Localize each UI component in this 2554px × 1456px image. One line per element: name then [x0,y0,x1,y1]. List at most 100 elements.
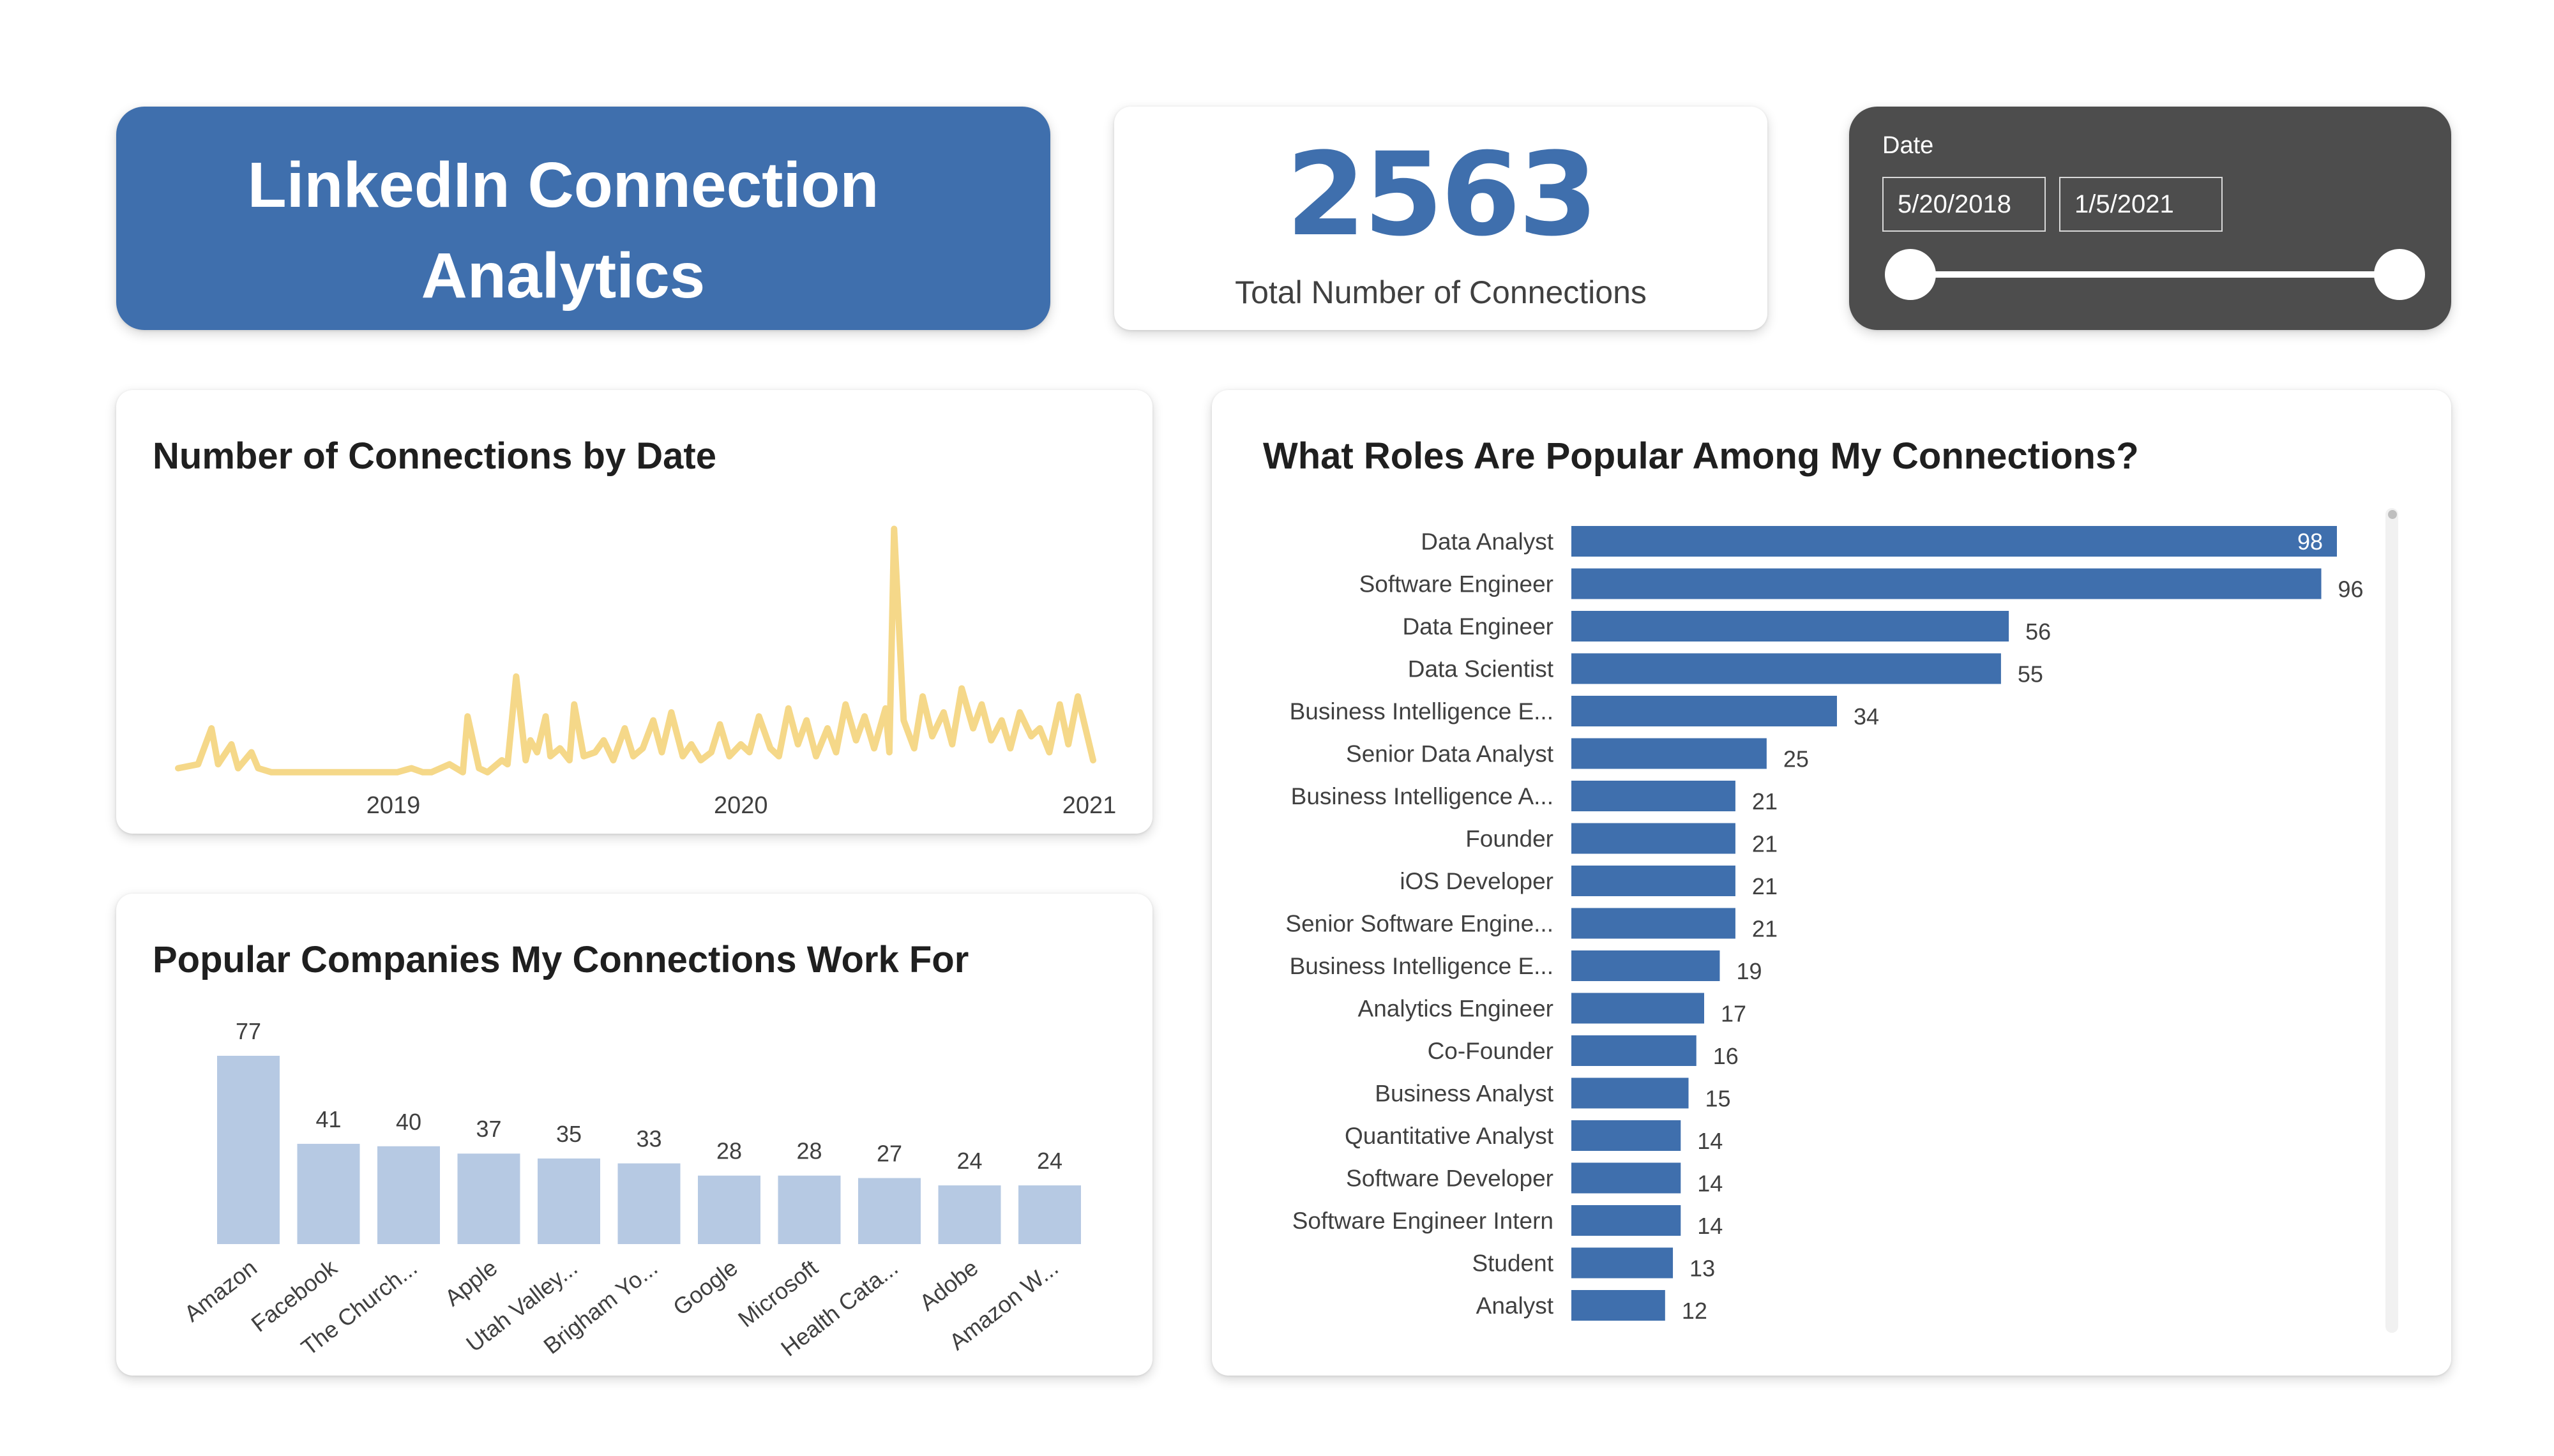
role-bar[interactable] [1571,781,1735,811]
role-bar[interactable] [1571,738,1767,769]
company-bar-value: 24 [1037,1148,1062,1174]
role-category-label: Business Intelligence E... [1290,698,1553,724]
popular-companies-chart[interactable]: 77Amazon41Facebook40The Church...37Apple… [116,894,1152,1376]
start-date-slider-handle[interactable] [1885,249,1936,300]
role-bar-value: 14 [1697,1171,1723,1197]
company-bar-value: 24 [956,1148,982,1174]
date-range-slider-track[interactable] [1910,271,2399,278]
company-bar-value: 28 [796,1138,822,1164]
role-bar[interactable] [1571,1120,1681,1151]
connections-by-date-chart[interactable]: 2019 2020 2021 [116,390,1152,834]
popular-roles-chart[interactable]: Data Analyst 98 Software Engineer 96 Data En… [1212,390,2451,1376]
role-bar-value: 96 [2338,576,2364,603]
date-slicer-title: Date [1882,132,1934,159]
role-bar-value: 14 [1697,1128,1723,1154]
company-bar-value: 33 [636,1126,661,1152]
date-slicer: Date 5/20/2018 1/5/2021 [1849,107,2451,330]
role-bar-value: 16 [1713,1043,1739,1069]
company-bar[interactable] [457,1153,520,1244]
role-bar[interactable] [1571,653,2001,684]
role-bar-value: 21 [1752,916,1778,942]
role-bar-value: 17 [1721,1001,1746,1027]
kpi-label: Total Number of Connections [1235,274,1647,310]
company-bar[interactable] [1018,1185,1081,1244]
company-bar[interactable] [217,1056,280,1244]
company-category-label: Adobe [914,1254,983,1316]
role-bar-value: 21 [1752,873,1778,899]
role-bar[interactable] [1571,908,1735,939]
role-category-label: Senior Data Analyst [1346,741,1554,767]
x-tick-label: 2021 [1062,792,1117,819]
role-bar-value: 56 [2025,619,2051,645]
role-bar[interactable] [1571,1077,1689,1109]
company-bar-value: 27 [877,1141,902,1167]
start-date-input[interactable]: 5/20/2018 [1882,177,2046,232]
kpi-card[interactable]: 2563 Total Number of Connections [1114,107,1767,330]
role-category-label: Student [1472,1250,1553,1277]
role-bar[interactable] [1571,1162,1681,1194]
role-bar-value: 55 [2018,661,2043,687]
role-category-label: Quantitative Analyst [1345,1123,1554,1149]
role-bar[interactable] [1571,1035,1696,1066]
role-bar[interactable] [1571,950,1720,981]
role-category-label: Analyst [1476,1293,1554,1319]
role-bar-value: 12 [1682,1298,1707,1324]
end-date-slider-handle[interactable] [2374,249,2425,300]
role-bar[interactable] [1571,1247,1674,1279]
company-bar-value: 41 [315,1106,341,1132]
company-bar[interactable] [778,1175,841,1244]
company-bar[interactable] [938,1185,1001,1244]
x-tick-label: 2019 [366,792,421,819]
role-category-label: Software Engineer Intern [1292,1208,1553,1234]
role-category-label: Software Developer [1346,1166,1553,1192]
dashboard-title-line1: LinkedIn Connection [247,149,879,221]
kpi-value: 2563 [1286,128,1598,262]
role-bar[interactable] [1571,1290,1665,1321]
role-bar[interactable] [1571,696,1837,726]
company-bar-value: 35 [556,1121,582,1147]
company-bar[interactable] [377,1146,440,1244]
role-category-label: Data Scientist [1408,656,1554,682]
role-bar[interactable] [1571,993,1704,1024]
role-bar-value: 25 [1783,746,1809,772]
company-bar[interactable] [858,1178,921,1244]
role-bar-value: 21 [1752,831,1778,857]
connections-by-date-card[interactable]: Number of Connections by Date 2019 2020 20… [116,390,1152,834]
role-category-label: Business Analyst [1375,1081,1553,1107]
company-bar[interactable] [538,1158,600,1244]
role-bar[interactable] [1571,1205,1681,1236]
end-date-input[interactable]: 1/5/2021 [2059,177,2223,232]
company-bar-value: 37 [476,1116,501,1142]
company-bar-value: 28 [716,1138,742,1164]
popular-companies-card[interactable]: Popular Companies My Connections Work Fo… [116,894,1152,1376]
role-category-label: Founder [1465,826,1553,852]
role-category-label: Data Engineer [1402,613,1553,640]
role-bar-value: 14 [1697,1213,1723,1239]
roles-scrollbar-thumb[interactable] [2388,510,2397,519]
dashboard-title: LinkedIn Connection Analytics [116,140,1010,321]
company-bar[interactable] [297,1143,360,1244]
role-category-label: Software Engineer [1359,571,1553,597]
role-category-label: Data Analyst [1421,529,1553,555]
role-bar[interactable] [1571,866,1735,896]
company-bar[interactable] [698,1175,760,1244]
role-bar-value: 34 [1854,703,1879,730]
company-bar-value: 77 [236,1018,261,1044]
x-tick-label: 2020 [714,792,768,819]
role-bar[interactable] [1571,823,1735,854]
roles-scrollbar[interactable] [2385,508,2398,1333]
role-category-label: Senior Software Engine... [1285,911,1553,937]
company-category-label: Google [668,1254,743,1321]
role-bar[interactable] [1571,526,2337,557]
role-category-label: Business Intelligence A... [1291,783,1553,809]
popular-roles-card[interactable]: What Roles Are Popular Among My Connecti… [1212,390,2451,1376]
role-bar[interactable] [1571,611,2009,642]
connections-series-line[interactable] [175,525,1096,776]
role-bar-value: 21 [1752,788,1778,814]
role-category-label: Analytics Engineer [1358,996,1553,1022]
dashboard-title-card: LinkedIn Connection Analytics [116,107,1050,330]
role-bar-value: 98 [2297,529,2323,555]
role-bar[interactable] [1571,568,2322,599]
company-bar[interactable] [617,1163,681,1244]
dashboard-title-line2: Analytics [421,240,706,311]
